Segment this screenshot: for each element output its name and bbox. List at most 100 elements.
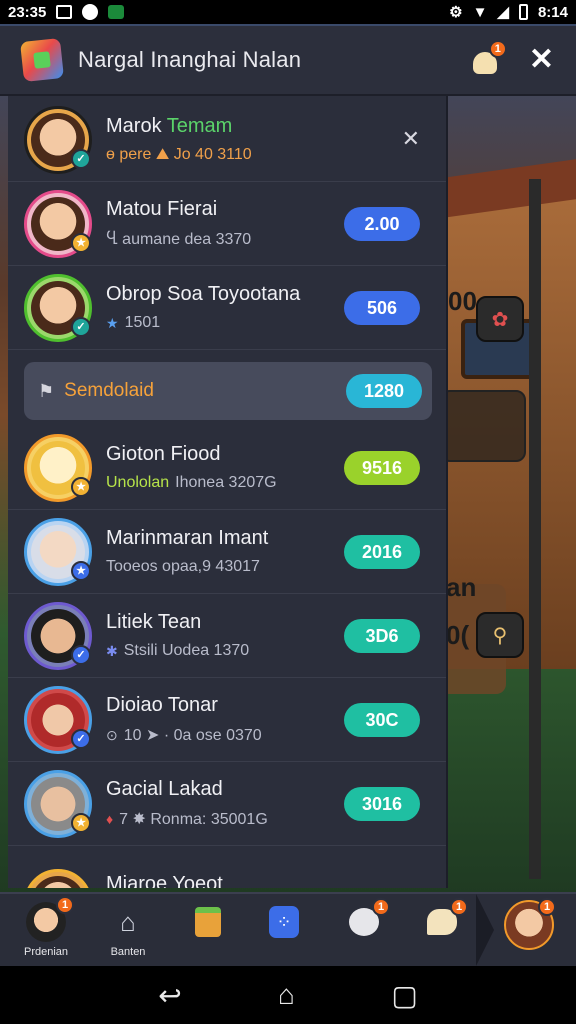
contact-subtitle: ɵ pere ⛰ Jo 40 3110 — [106, 146, 252, 163]
message-icon: 1 — [422, 898, 468, 942]
dismiss-icon[interactable]: ✕ — [402, 126, 420, 152]
recents-icon[interactable]: ▢ — [391, 979, 417, 1012]
background-panel — [440, 390, 526, 462]
status-bar: 23:35 ⚙ ▼ ◢ 8:14 — [0, 0, 576, 24]
profile-badge: 1 — [538, 898, 556, 916]
contact-subtitle: ✱ Stsili Uodea 1370 — [106, 642, 250, 659]
avatar: ✓ — [24, 105, 92, 174]
status-icon: ★ — [71, 560, 91, 581]
section-score-pill[interactable]: 1280 — [346, 374, 422, 408]
nav-chat[interactable]: 1 — [344, 898, 390, 942]
score-pill[interactable]: 30C — [344, 703, 420, 737]
status-icon: ✓ — [71, 644, 91, 665]
contact-name: Dioiao Tonar — [106, 694, 218, 716]
background-item-button[interactable]: ✿ — [476, 296, 524, 342]
clock-icon: ⊙ — [106, 726, 118, 743]
messenger-icon — [82, 4, 99, 20]
nav-gift[interactable] — [188, 902, 228, 942]
alarm-icon: ⚙ — [449, 4, 463, 21]
section-header[interactable]: ⚑ Semdolaid 1280 — [24, 362, 432, 420]
list-item[interactable]: ✓ Marok Temam ɵ pere ⛰ Jo 40 3110 ✕ — [8, 98, 446, 182]
nav-grid[interactable]: ⁘ — [264, 902, 304, 942]
grid-icon: ⁘ — [264, 902, 304, 942]
nav-profile[interactable]: 1 Prdenian — [24, 896, 75, 958]
friends-list-panel: ✓ Marok Temam ɵ pere ⛰ Jo 40 3110 ✕ ★ Ma… — [8, 96, 448, 888]
search-icon: ⚲ — [492, 624, 508, 647]
profile-avatar-icon: 1 — [504, 898, 556, 950]
contact-subtitle: Unololan Ihonea 3207G — [106, 474, 277, 491]
contact-name: Gioton Fiood — [106, 443, 221, 465]
clock-left: 23:35 — [8, 3, 47, 21]
nav-badge: 1 — [450, 898, 468, 916]
nav-divider-arrow — [476, 894, 494, 966]
app-notification-icon — [108, 5, 125, 19]
status-icon: ★ — [71, 232, 91, 253]
contact-name: Gacial Lakad — [106, 778, 223, 800]
nav-badge: 1 — [372, 898, 390, 916]
list-item[interactable]: ✓ Dioiao Tonar ⊙ 10 ➤ · 0a ose 0370 30C — [8, 678, 446, 762]
avatar: ★ — [24, 433, 92, 502]
close-button[interactable]: ✕ — [529, 45, 554, 75]
section-label: Semdolaid — [64, 380, 154, 401]
nav-label: Banten — [110, 946, 146, 958]
pin-icon: ⚑ — [38, 380, 55, 401]
background-text: 00 — [448, 286, 477, 316]
notification-button[interactable]: 1 — [471, 40, 507, 76]
clock-right: 8:14 — [537, 3, 568, 21]
header-title: Nargal Inanghai Nalan — [78, 47, 302, 72]
score-pill[interactable]: 3016 — [344, 787, 420, 821]
contact-name: Obrop Soa Toyootana — [106, 283, 301, 305]
list-item[interactable]: ✓ Obrop Soa Toyootana ★ 1501 506 — [8, 266, 446, 350]
nav-user-profile[interactable]: 1 — [504, 898, 556, 950]
gallery-icon — [56, 5, 73, 19]
contact-subtitle: Ⴁ aumane dea 3370 — [106, 231, 252, 248]
status-icon: ✓ — [71, 316, 91, 337]
list-item[interactable]: ★ Marinmaran Imant Tooeos opaa,9 43017 2… — [8, 510, 446, 594]
contact-subtitle: ⊙ 10 ➤ · 0a ose 0370 — [106, 726, 262, 745]
score-pill[interactable]: 506 — [344, 291, 420, 325]
status-icon: ★ — [71, 476, 91, 497]
background-text: an — [446, 572, 477, 602]
avatar: ★ — [24, 517, 92, 586]
contact-name: Miaroe Yoeot — [106, 872, 223, 889]
contact-subtitle: Tooeos opaa,9 43017 — [106, 558, 260, 575]
nav-home[interactable]: ⌂ Banten — [108, 902, 148, 959]
avatar: ✓ — [24, 601, 92, 670]
avatar-face — [31, 876, 85, 888]
list-item[interactable]: ★ Gioton Fiood Unololan Ihonea 3207G 9516 — [8, 426, 446, 510]
flower-icon: ✿ — [491, 308, 509, 331]
star-icon: ★ — [106, 314, 119, 331]
list-item[interactable]: Miaroe Yoeot 3016 — [8, 846, 446, 889]
home-nav-icon[interactable]: ⌂ — [278, 979, 295, 1011]
contact-name: Marok Temam — [106, 115, 233, 137]
gift-icon — [188, 902, 228, 942]
system-nav-bar: ↩ ⌂ ▢ — [0, 966, 576, 1024]
avatar-icon: 1 — [26, 896, 75, 942]
status-icon: ✓ — [71, 728, 91, 749]
header: Nargal Inanghai Nalan 1 ✕ — [0, 26, 576, 96]
home-icon: ⌂ — [120, 906, 136, 937]
nav-messages[interactable]: 1 — [422, 898, 468, 942]
score-pill[interactable]: 3D6 — [344, 619, 420, 653]
back-icon[interactable]: ↩ — [158, 979, 181, 1012]
score-pill[interactable]: 2016 — [344, 535, 420, 569]
list-item[interactable]: ★ Matou Fierai Ⴁ aumane dea 3370 2.00 — [8, 182, 446, 266]
avatar: ★ — [24, 189, 92, 258]
chat-icon: 1 — [344, 898, 390, 942]
avatar: ✓ — [24, 685, 92, 754]
list-item[interactable]: ✓ Litiek Tean ✱ Stsili Uodea 1370 3D6 — [8, 594, 446, 678]
avatar: ★ — [24, 769, 92, 838]
score-pill[interactable]: 2.00 — [344, 207, 420, 241]
avatar — [24, 869, 92, 888]
nav-label: Prdenian — [24, 946, 69, 958]
signal-icon: ◢ — [497, 4, 509, 21]
list-item[interactable]: ★ Gacial Lakad ♦ 7 ✸ Ronma: 35001G 3016 — [8, 762, 446, 846]
background-text: 0( — [446, 620, 470, 650]
lamp-post — [529, 179, 541, 879]
background-tool-button[interactable]: ⚲ — [476, 612, 524, 658]
app-logo-icon — [20, 38, 64, 82]
notification-badge: 1 — [488, 40, 507, 58]
status-icon: ★ — [71, 812, 91, 833]
score-pill[interactable]: 9516 — [344, 451, 420, 485]
wifi-icon: ▼ — [472, 3, 488, 21]
